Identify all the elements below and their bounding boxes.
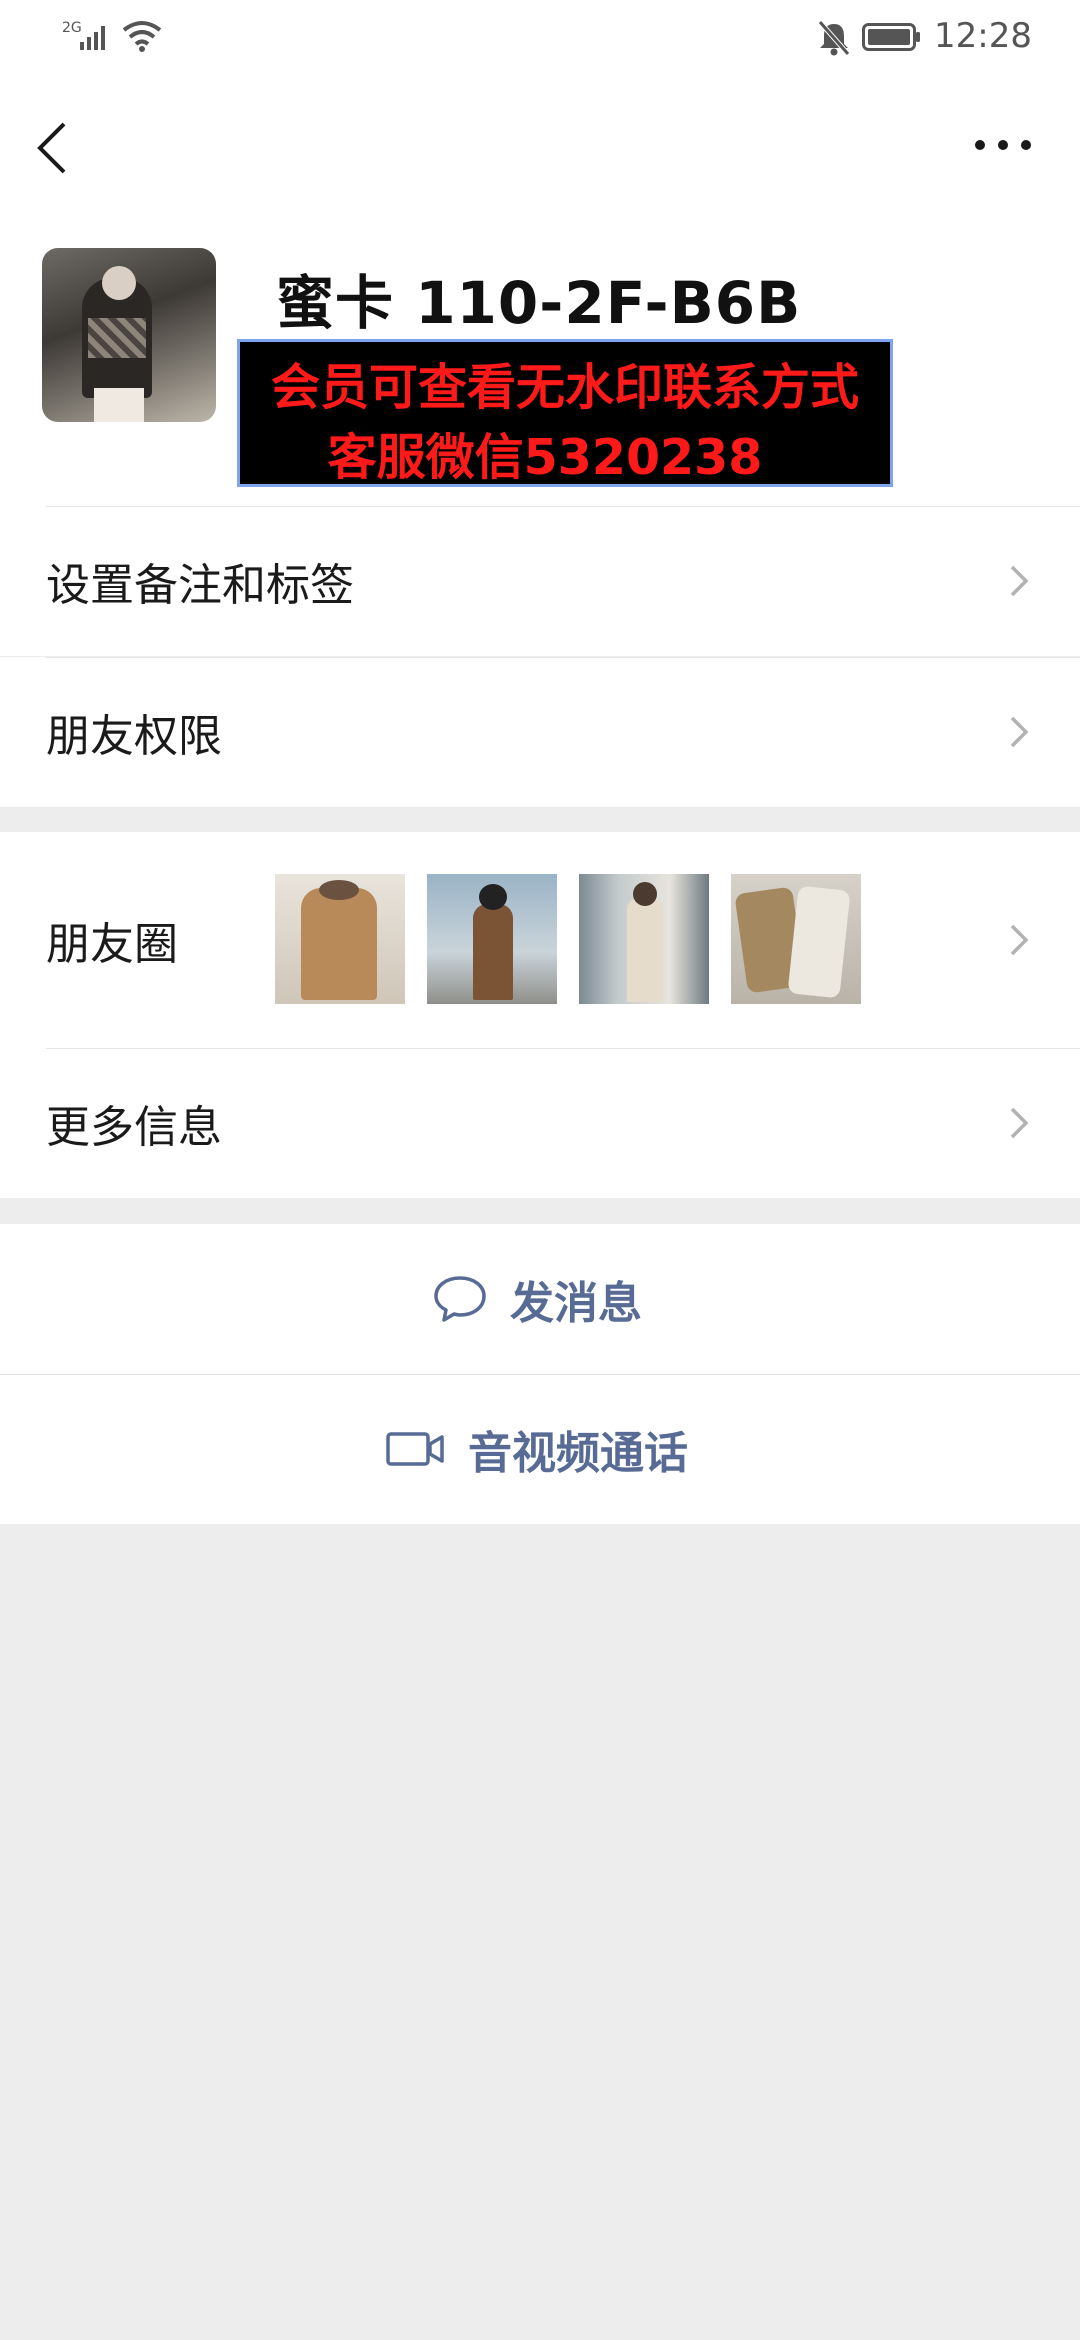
- row-moments[interactable]: 朋友圈: [0, 832, 1080, 1048]
- chevron-right-icon: [1010, 565, 1029, 597]
- chevron-right-icon: [1010, 716, 1029, 748]
- row-more-info[interactable]: 更多信息: [0, 1048, 1080, 1198]
- status-bar: 2G 12:28: [0, 0, 1080, 76]
- watermark-line-2: 客服微信5320238: [327, 429, 763, 486]
- moments-thumbnail: [427, 874, 557, 1004]
- chevron-right-icon: [1010, 1107, 1029, 1139]
- moments-thumbnail: [275, 874, 405, 1004]
- display-name: 蜜卡 110-2F-B6B: [276, 269, 802, 337]
- row-label: 更多信息: [46, 1102, 222, 1153]
- video-camera-icon: [386, 1432, 444, 1466]
- row-label: 朋友权限: [46, 711, 222, 762]
- row-friend-permissions[interactable]: 朋友权限: [0, 657, 1080, 807]
- mute-bell-icon: [818, 20, 850, 56]
- row-label: 设置备注和标签: [46, 560, 354, 611]
- send-message-label: 发消息: [510, 1278, 642, 1329]
- divider: [46, 657, 1080, 658]
- chevron-right-icon: [1010, 924, 1029, 956]
- watermark-line-1: 会员可查看无水印联系方式: [270, 359, 859, 416]
- divider: [0, 1374, 1080, 1375]
- row-remark-tags[interactable]: 设置备注和标签: [0, 506, 1080, 656]
- wifi-icon: [122, 21, 162, 52]
- chevron-left-icon[interactable]: [26, 116, 76, 180]
- divider: [46, 506, 1080, 507]
- video-call-label: 音视频通话: [468, 1428, 688, 1479]
- clock: 12:28: [934, 16, 1032, 56]
- video-call-button[interactable]: 音视频通话: [0, 1374, 1080, 1524]
- nav-bar: [0, 76, 1080, 206]
- more-dots-icon[interactable]: [968, 122, 1038, 168]
- signal-icon: [80, 26, 105, 50]
- row-label: 朋友圈: [46, 919, 178, 970]
- battery-icon: [862, 23, 920, 51]
- send-message-button[interactable]: 发消息: [0, 1224, 1080, 1374]
- moments-thumbnail: [731, 874, 861, 1004]
- moments-thumbnail: [579, 874, 709, 1004]
- chat-bubble-icon: [434, 1276, 486, 1322]
- profile-header: 蜜卡 110-2F-B6B 会员可查看无水印联系方式 客服微信5320238: [0, 206, 1080, 506]
- watermark-banner: 会员可查看无水印联系方式 客服微信5320238: [237, 339, 893, 487]
- avatar[interactable]: [42, 248, 216, 422]
- divider: [46, 1048, 1080, 1049]
